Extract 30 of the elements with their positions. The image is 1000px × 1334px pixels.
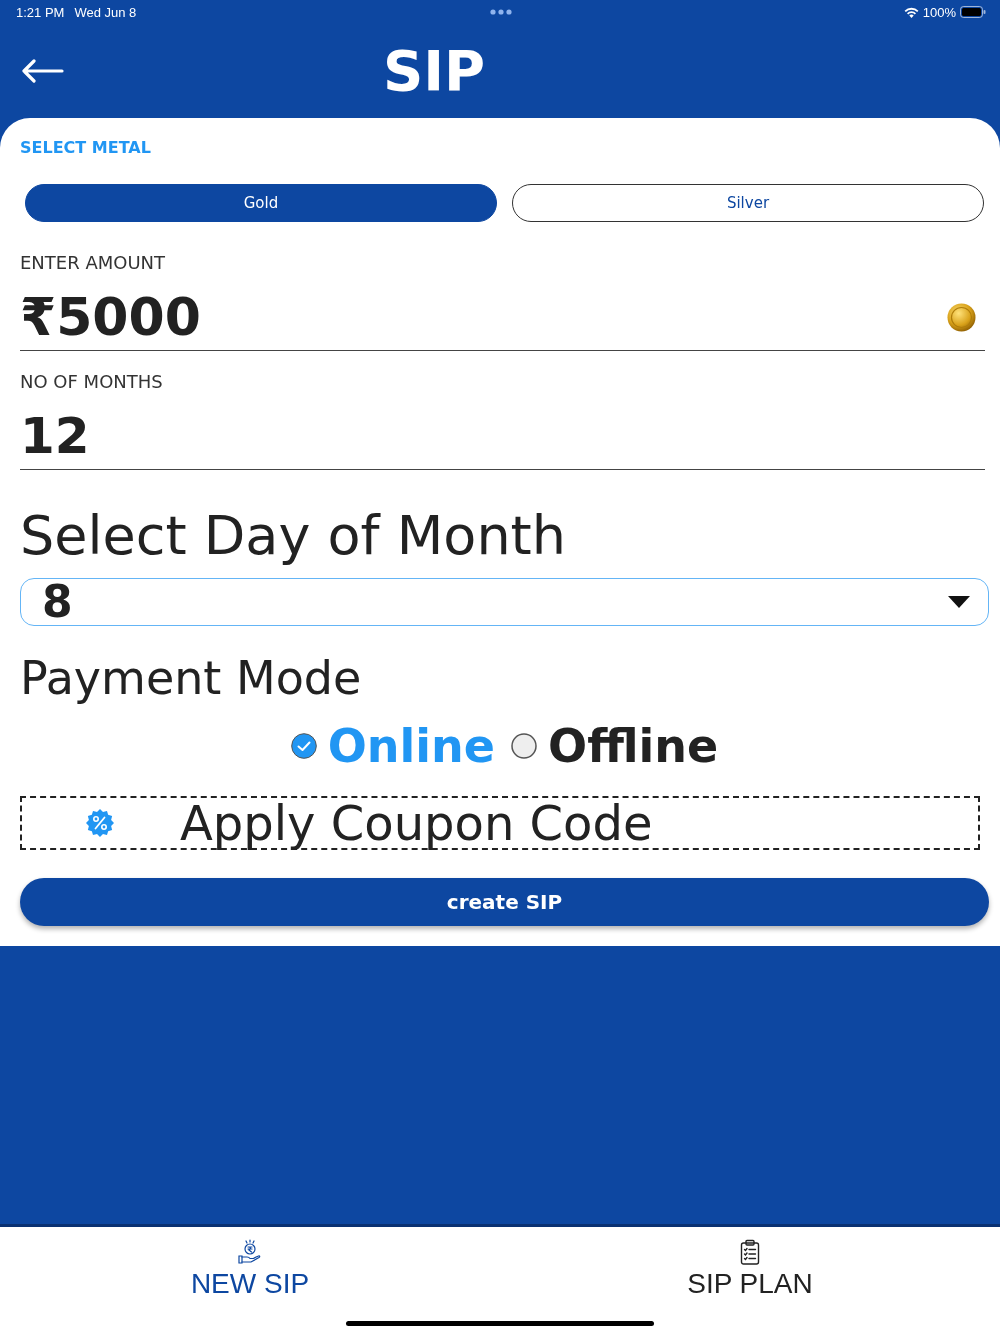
- back-arrow-icon[interactable]: [22, 59, 64, 83]
- coin-icon: [947, 302, 976, 332]
- metal-option-button[interactable]: Gold: [25, 184, 497, 222]
- wifi-icon: [903, 6, 919, 18]
- payment-radio-option[interactable]: Offline: [511, 720, 719, 772]
- payment-mode-heading: Payment Mode: [20, 650, 363, 706]
- tab-button[interactable]: SIP PLAN: [500, 1227, 1000, 1321]
- coupon-code-button[interactable]: Apply Coupon Code: [20, 796, 980, 850]
- clipboard-checklist-icon: [740, 1239, 760, 1265]
- amount-input[interactable]: ₹5000: [20, 284, 985, 351]
- coin-in-hand-icon: [237, 1239, 263, 1265]
- battery-icon: [960, 6, 986, 18]
- tab-button[interactable]: NEW SIP: [0, 1227, 500, 1321]
- more-dots-icon[interactable]: [490, 9, 512, 15]
- amount-label: ENTER AMOUNT: [20, 252, 167, 274]
- months-label: NO OF MONTHS: [20, 371, 164, 393]
- day-dropdown[interactable]: 8: [20, 578, 989, 626]
- status-date: Wed Jun 8: [74, 4, 137, 20]
- page-title: SIP: [382, 39, 486, 103]
- radio-empty-icon: [511, 733, 538, 759]
- radio-checked-icon: [290, 733, 317, 759]
- caret-down-icon: [948, 596, 970, 608]
- metal-option-button[interactable]: Silver: [512, 184, 984, 222]
- create-sip-button[interactable]: create SIP: [20, 878, 989, 926]
- battery-percent: 100%: [922, 4, 956, 20]
- select-metal-label: SELECT METAL: [20, 138, 152, 158]
- discount-badge-icon: [86, 809, 114, 837]
- months-input[interactable]: 12: [20, 403, 985, 470]
- status-time: 1:21 PM: [16, 4, 65, 20]
- day-of-month-heading: Select Day of Month: [20, 506, 567, 566]
